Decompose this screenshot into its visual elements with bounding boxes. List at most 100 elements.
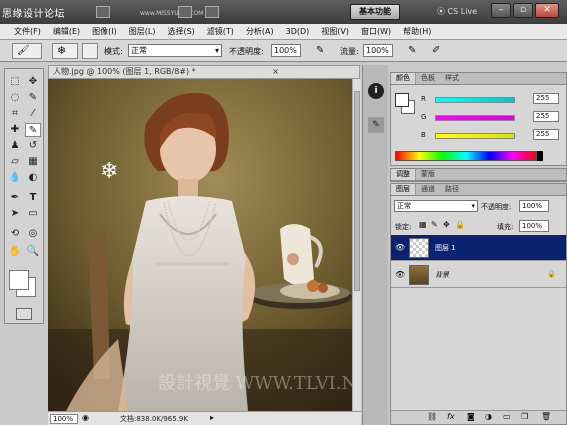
- red-slider[interactable]: R 255: [421, 93, 561, 105]
- 3d-orbit-tool-icon[interactable]: ◎: [25, 227, 41, 241]
- menu-edit[interactable]: 编辑(E): [47, 26, 86, 37]
- tablet-pressure-opacity-icon[interactable]: ✎: [316, 45, 324, 56]
- close-document-icon[interactable]: ×: [272, 66, 279, 78]
- type-tool-icon[interactable]: T: [25, 191, 41, 205]
- screen-mode-icon[interactable]: [205, 6, 219, 18]
- tab-styles[interactable]: 样式: [440, 73, 464, 84]
- pen-tool-icon[interactable]: ✒: [7, 191, 23, 205]
- menu-layer[interactable]: 图层(L): [123, 26, 162, 37]
- blue-slider[interactable]: B 255: [421, 129, 561, 141]
- airbrush-icon[interactable]: ✎: [408, 45, 416, 56]
- lock-all-icon[interactable]: 🔒: [455, 220, 465, 229]
- cs-live-button[interactable]: ⦿ CS Live: [437, 6, 477, 17]
- tab-channels[interactable]: 通道: [416, 184, 440, 195]
- blue-value[interactable]: 255: [533, 129, 559, 140]
- new-layer-icon[interactable]: ❐: [521, 412, 528, 421]
- document-tab[interactable]: 人物.jpg @ 100% (图层 1, RGB/8#) * ×: [48, 65, 360, 79]
- 3d-rotate-tool-icon[interactable]: ⟲: [7, 227, 23, 241]
- panel-fg-swatch[interactable]: [395, 93, 409, 107]
- close-button[interactable]: ✕: [535, 3, 559, 18]
- folder-icon[interactable]: ▭: [503, 412, 511, 421]
- status-info-icon[interactable]: ◉: [82, 413, 89, 422]
- fill-input[interactable]: 100%: [519, 220, 549, 232]
- bridge-icon[interactable]: [96, 6, 110, 18]
- fx-icon[interactable]: fx: [447, 412, 455, 421]
- adjustment-icon[interactable]: ◑: [485, 412, 492, 421]
- document-canvas[interactable]: ❄ 設計視覺 WWW.TLVI.NET: [48, 79, 352, 411]
- menu-3d[interactable]: 3D(D): [280, 27, 316, 36]
- menu-file[interactable]: 文件(F): [8, 26, 47, 37]
- tab-layers[interactable]: 图层: [391, 184, 416, 195]
- history-brush-tool-icon[interactable]: ↺: [25, 139, 41, 153]
- layer-row-background[interactable]: 👁 背景 🔒: [391, 262, 566, 288]
- menu-view[interactable]: 视图(V): [315, 26, 355, 37]
- brush-picker[interactable]: ❄: [52, 43, 78, 59]
- menu-select[interactable]: 选择(S): [161, 26, 200, 37]
- gradient-tool-icon[interactable]: ▦: [25, 155, 41, 169]
- visibility-eye-icon[interactable]: 👁: [395, 270, 405, 279]
- tab-color[interactable]: 颜色: [391, 73, 416, 84]
- crop-tool-icon[interactable]: ⌗: [7, 107, 23, 121]
- layer-row-layer1[interactable]: 👁 图层 1: [391, 235, 566, 261]
- brush-presets-icon[interactable]: ✎: [368, 117, 384, 133]
- tab-adjustments[interactable]: 调整: [391, 169, 416, 180]
- lock-label: 锁定:: [395, 223, 412, 231]
- color-ramp[interactable]: [395, 151, 537, 161]
- link-icon[interactable]: ⛓: [427, 412, 437, 421]
- move-tool-icon[interactable]: ✥: [25, 75, 41, 89]
- menu-image[interactable]: 图像(I): [86, 26, 123, 37]
- eraser-tool-icon[interactable]: ▱: [7, 155, 23, 169]
- lock-position-icon[interactable]: ✥: [443, 220, 450, 229]
- layer-name[interactable]: 背景: [435, 270, 449, 280]
- mask-icon[interactable]: ◙: [467, 412, 475, 421]
- mode-select[interactable]: 正常 ▾: [128, 44, 222, 57]
- hand-tool-icon[interactable]: ✋: [7, 245, 23, 259]
- opacity-input[interactable]: 100%: [271, 44, 301, 57]
- green-slider[interactable]: G 255: [421, 111, 561, 123]
- quick-mask-button[interactable]: [16, 308, 32, 320]
- green-value[interactable]: 255: [533, 111, 559, 122]
- workspace-button[interactable]: 基本功能: [350, 4, 400, 20]
- brush-panel-toggle[interactable]: [82, 43, 98, 59]
- blend-mode-select[interactable]: 正常 ▾: [394, 200, 478, 212]
- healing-brush-tool-icon[interactable]: ✚: [7, 123, 23, 137]
- brush-tool-icon[interactable]: ✎: [25, 123, 41, 137]
- trash-icon[interactable]: 🗑: [541, 412, 551, 421]
- tab-masks[interactable]: 蒙版: [416, 169, 440, 180]
- tab-swatches[interactable]: 色板: [416, 73, 440, 84]
- lock-transparency-icon[interactable]: ▦: [419, 220, 427, 229]
- flow-input[interactable]: 100%: [363, 44, 393, 57]
- layer-opacity-input[interactable]: 100%: [519, 200, 549, 212]
- restore-button[interactable]: ▫: [513, 3, 533, 18]
- tab-paths[interactable]: 路径: [440, 184, 464, 195]
- minimize-button[interactable]: –: [491, 3, 511, 18]
- menu-filter[interactable]: 滤镜(T): [201, 26, 240, 37]
- marquee-tool-icon[interactable]: ⬚: [7, 75, 23, 89]
- scroll-thumb[interactable]: [354, 91, 360, 291]
- vertical-scrollbar[interactable]: [352, 79, 361, 411]
- tool-preset-picker[interactable]: 🖌: [12, 43, 42, 59]
- menu-analysis[interactable]: 分析(A): [240, 26, 280, 37]
- menu-window[interactable]: 窗口(W): [355, 26, 397, 37]
- tablet-pressure-size-icon[interactable]: ✐: [432, 45, 440, 56]
- eyedropper-tool-icon[interactable]: ⁄: [25, 107, 41, 121]
- visibility-eye-icon[interactable]: 👁: [395, 243, 405, 252]
- menu-help[interactable]: 帮助(H): [397, 26, 437, 37]
- layer-name[interactable]: 图层 1: [435, 243, 456, 253]
- info-icon[interactable]: i: [368, 83, 384, 99]
- status-menu-icon[interactable]: ▸: [210, 413, 214, 422]
- lasso-tool-icon[interactable]: ◌: [7, 91, 23, 105]
- clone-stamp-tool-icon[interactable]: ♟: [7, 139, 23, 153]
- red-value[interactable]: 255: [533, 93, 559, 104]
- lock-pixels-icon[interactable]: ✎: [431, 220, 438, 229]
- dodge-tool-icon[interactable]: ◐: [25, 171, 41, 185]
- zoom-tool-icon[interactable]: 🔍: [25, 245, 41, 259]
- layers-footer: ⛓ fx ◙ ◑ ▭ ❐ 🗑: [391, 410, 566, 424]
- zoom-field[interactable]: 100%: [50, 414, 78, 424]
- blur-tool-icon[interactable]: 💧: [7, 171, 23, 185]
- path-selection-tool-icon[interactable]: ➤: [7, 207, 23, 221]
- quick-select-tool-icon[interactable]: ✎: [25, 91, 41, 105]
- shape-tool-icon[interactable]: ▭: [25, 207, 41, 221]
- arrange-documents-icon[interactable]: [178, 6, 192, 18]
- foreground-color-swatch[interactable]: [9, 270, 29, 290]
